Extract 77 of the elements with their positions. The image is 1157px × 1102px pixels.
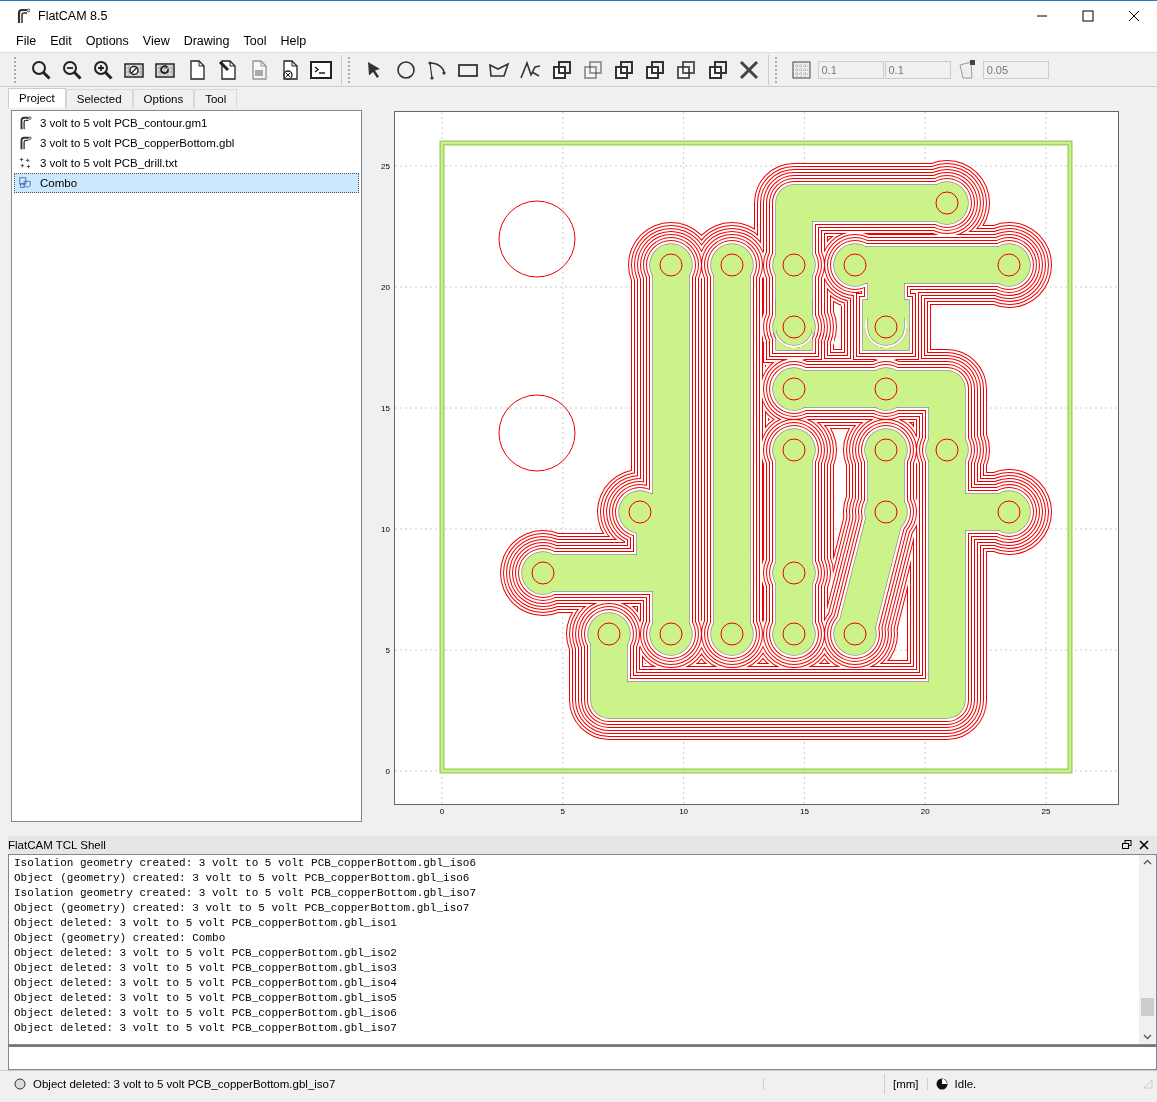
dock-title: FlatCAM TCL Shell — [8, 838, 107, 851]
tab[interactable]: Selected — [65, 89, 133, 108]
window-title: FlatCAM 8.5 — [38, 8, 108, 23]
y-tick-label: 25 — [381, 162, 390, 171]
menu-item[interactable]: Help — [273, 34, 314, 48]
excellon-object-icon — [18, 156, 32, 170]
grid-y-field[interactable]: 0.1 — [884, 60, 951, 79]
menu-item[interactable]: Tool — [236, 34, 274, 48]
y-tick-label: 20 — [381, 283, 390, 292]
tab[interactable]: Options — [132, 89, 195, 108]
log-line: Object deleted: 3 volt to 5 volt PCB_copperBottom.gbl_iso2 — [14, 945, 398, 961]
zoom-in-icon[interactable] — [91, 58, 114, 81]
menu-item[interactable]: Drawing — [176, 34, 237, 48]
log-line: Object (geometry) created: Combo — [14, 930, 227, 946]
project-item[interactable]: 3 volt to 5 volt PCB_copperBottom.gbl — [14, 133, 359, 153]
close-icon[interactable] — [1128, 9, 1140, 22]
activity-icon — [935, 1077, 948, 1090]
y-tick-label: 0 — [385, 767, 390, 776]
log-line: Isolation geometry created: 3 volt to 5 volt PCB_copperBottom.gbl_iso6 — [14, 855, 478, 871]
app-logo-icon — [16, 7, 30, 24]
subtract-icon[interactable] — [612, 58, 635, 81]
snap-distance-field[interactable]: 0.05 — [982, 60, 1049, 79]
close-icon[interactable] — [1139, 839, 1149, 850]
maximize-icon[interactable] — [1082, 9, 1094, 22]
circle-icon[interactable] — [394, 58, 417, 81]
y-tick-label: 15 — [381, 404, 390, 413]
geometry-object-icon — [18, 176, 32, 190]
x-tick-label: 0 — [439, 807, 445, 816]
project-item[interactable]: 3 volt to 5 volt PCB_contour.gm1 — [14, 113, 359, 133]
x-tick-label: 5 — [560, 807, 566, 816]
grid-icon[interactable] — [790, 58, 813, 81]
grid-x-field[interactable]: 0.1 — [817, 60, 884, 79]
log-line: Object deleted: 3 volt to 5 volt PCB_copperBottom.gbl_iso1 — [14, 915, 398, 931]
command-input-field[interactable] — [8, 1045, 1157, 1070]
intersection-icon[interactable] — [581, 58, 604, 81]
x-tick-label: 20 — [920, 807, 930, 816]
cut-icon[interactable] — [644, 58, 667, 81]
status-circle-icon — [14, 1077, 26, 1090]
scroll-up-icon[interactable] — [1143, 858, 1152, 865]
y-tick-label: 10 — [381, 525, 390, 534]
page-edit-icon[interactable] — [216, 58, 239, 81]
move-icon[interactable] — [675, 58, 698, 81]
x-tick-label: 10 — [679, 807, 689, 816]
menu-item[interactable]: View — [135, 34, 177, 48]
menu-item[interactable]: Options — [78, 34, 136, 48]
log-line: Object deleted: 3 volt to 5 volt PCB_copperBottom.gbl_iso6 — [14, 1005, 398, 1021]
log-line: Object deleted: 3 volt to 5 volt PCB_copperBottom.gbl_iso7 — [14, 1020, 398, 1036]
terminal-icon[interactable] — [310, 58, 333, 81]
gerber-object-icon — [18, 136, 32, 150]
log-line: Object deleted: 3 volt to 5 volt PCB_copperBottom.gbl_iso3 — [14, 960, 398, 976]
size-grip-icon[interactable] — [1143, 1078, 1153, 1089]
project-item[interactable]: Combo — [14, 173, 359, 193]
x-tick-label: 25 — [1041, 807, 1051, 816]
scroll-down-icon[interactable] — [1143, 1034, 1152, 1041]
union-icon[interactable] — [550, 58, 573, 81]
gerber-object-icon — [18, 116, 32, 130]
units-label: [mm] — [885, 1077, 928, 1090]
log-line: Object (geometry) created: 3 volt to 5 volt PCB_copperBottom.gbl_iso6 — [14, 870, 471, 886]
float-icon[interactable] — [1122, 839, 1132, 850]
copy-icon[interactable] — [706, 58, 729, 81]
menu-item[interactable]: File — [9, 34, 44, 48]
tab[interactable]: Tool — [194, 89, 238, 108]
delete-icon[interactable] — [737, 58, 760, 81]
tab[interactable]: Project — [8, 88, 66, 108]
log-line: Object deleted: 3 volt to 5 volt PCB_copperBottom.gbl_iso5 — [14, 990, 398, 1006]
project-item[interactable]: 3 volt to 5 volt PCB_drill.txt — [14, 153, 359, 173]
x-tick-label: 15 — [799, 807, 809, 816]
menu-item[interactable]: Edit — [43, 34, 79, 48]
log-line: Isolation geometry created: 3 volt to 5 volt PCB_copperBottom.gbl_iso7 — [14, 885, 478, 901]
zoom-out-icon[interactable] — [60, 58, 83, 81]
status-message: Object deleted: 3 volt to 5 volt PCB_copperBottom.gbl_iso7 — [33, 1077, 764, 1090]
log-line: Object (geometry) created: 3 volt to 5 volt PCB_copperBottom.gbl_iso7 — [14, 900, 471, 916]
status-state-label: Idle. — [954, 1077, 977, 1090]
zoom-fit-icon[interactable] — [29, 58, 52, 81]
y-tick-label: 5 — [385, 646, 390, 655]
scroll-thumb[interactable] — [1141, 998, 1154, 1017]
log-line: Object deleted: 3 volt to 5 volt PCB_copperBottom.gbl_iso4 — [14, 975, 398, 991]
